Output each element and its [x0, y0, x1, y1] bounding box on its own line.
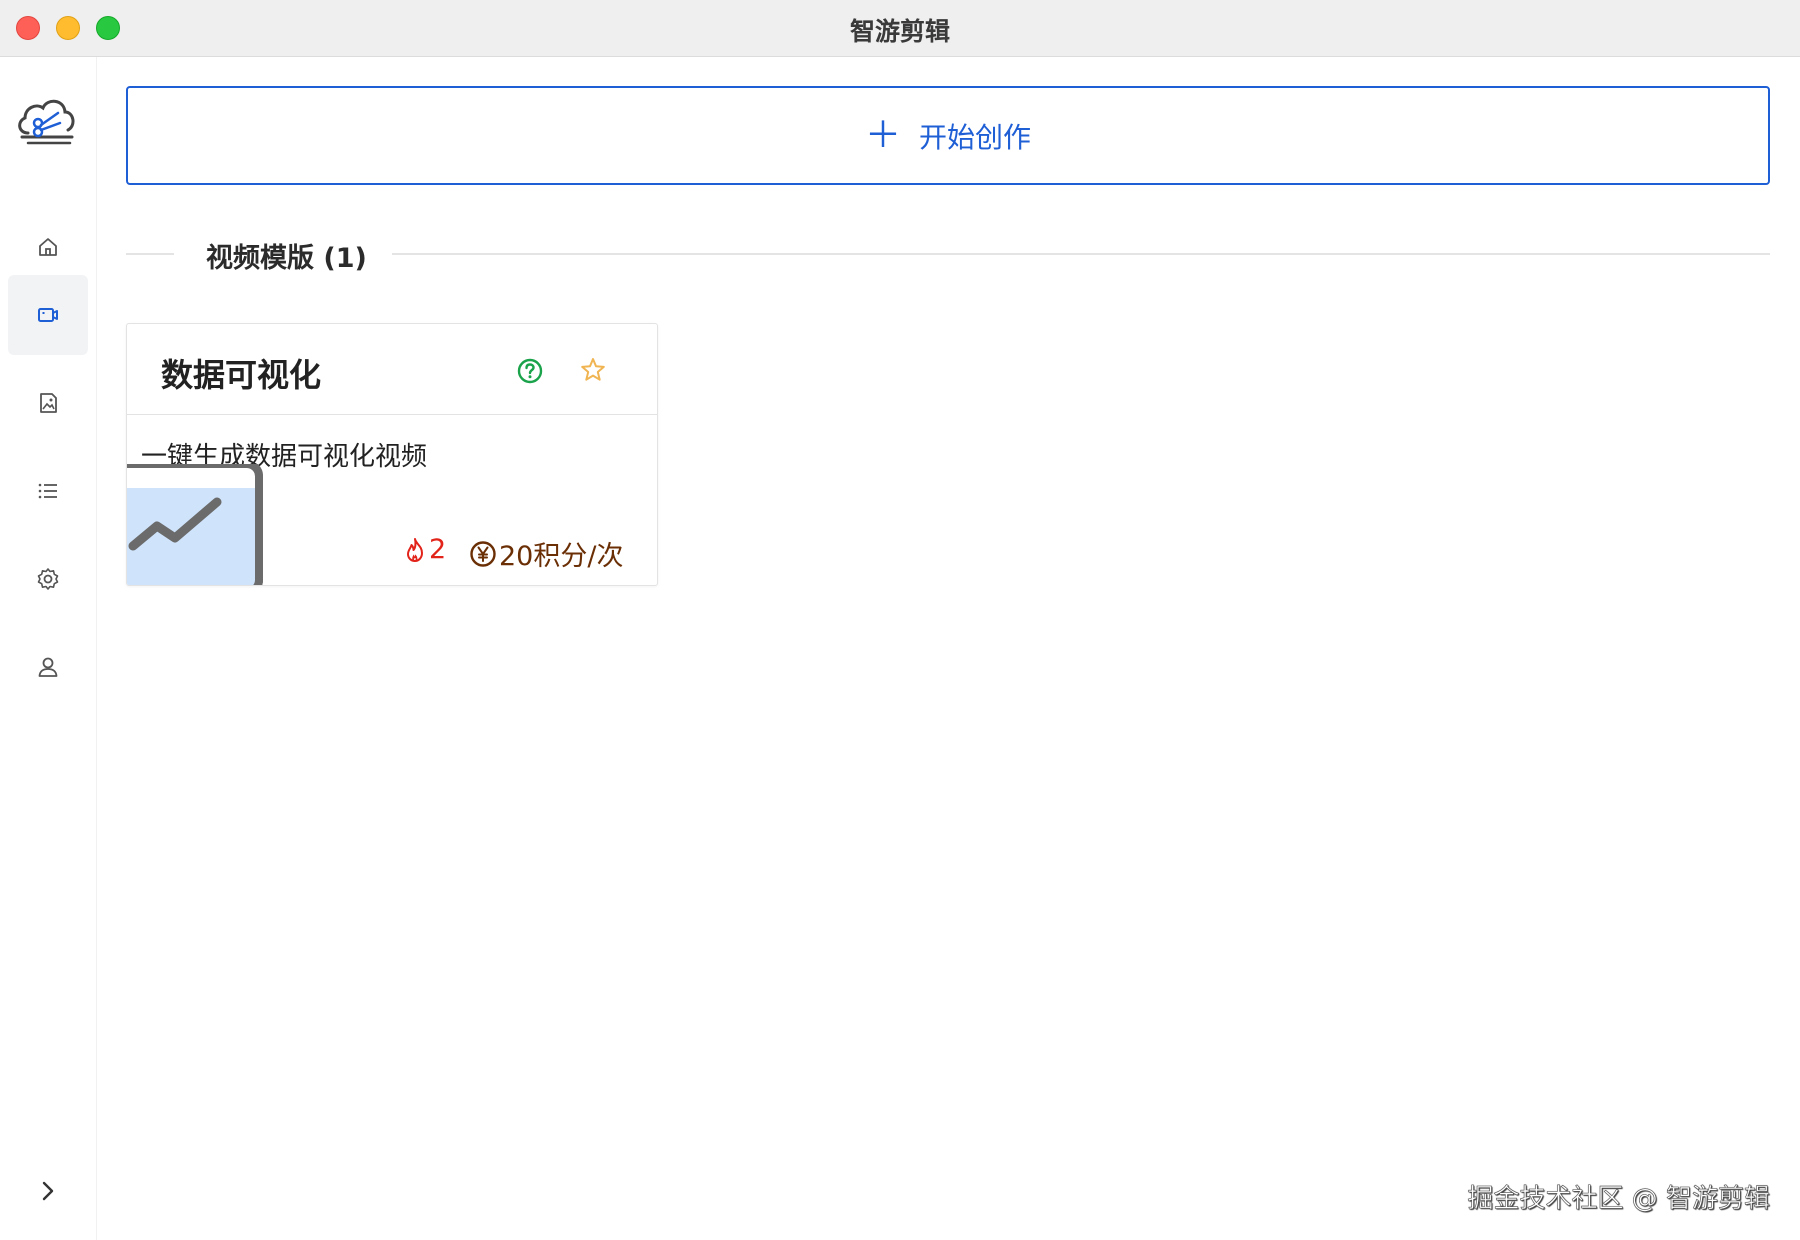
start-create-label: 开始创作: [919, 120, 1032, 154]
section-divider-left: [126, 253, 174, 255]
price-value: 20积分/次: [499, 541, 624, 572]
chevron-right-icon: [42, 1181, 54, 1201]
video-icon: [38, 308, 58, 322]
sidebar: [0, 57, 97, 1240]
template-title: 数据可视化: [161, 356, 322, 394]
image-icon: [40, 393, 57, 413]
settings-icon: [37, 568, 59, 590]
collapse-sidebar-button[interactable]: [32, 1175, 64, 1207]
hot-count: 2: [403, 534, 446, 565]
home-icon: [39, 238, 57, 256]
app-window: 智游剪辑 ＋ 开始创作 视频模版 (1) 数据可视化 一键生成数据可视化视频 2…: [0, 0, 1800, 1240]
star-outline-icon[interactable]: [579, 356, 607, 384]
hot-count-value: 2: [429, 534, 447, 565]
section-divider-right: [392, 253, 1770, 255]
nav-user[interactable]: [8, 627, 88, 707]
nav-list[interactable]: [8, 451, 88, 531]
price: 20积分/次: [469, 534, 623, 573]
nav-video-templates[interactable]: [8, 275, 88, 355]
template-card[interactable]: 数据可视化 一键生成数据可视化视频 2 20积分/次: [126, 323, 658, 586]
nav-settings[interactable]: [8, 539, 88, 619]
yen-coin-icon: [470, 540, 496, 567]
template-card-header: 数据可视化: [127, 324, 657, 415]
title-bar: 智游剪辑: [0, 0, 1800, 57]
user-icon: [38, 657, 58, 677]
app-logo-icon: [14, 93, 78, 149]
watermark: 掘金技术社区 @ 智游剪辑: [1467, 1184, 1770, 1215]
plus-icon: ＋: [864, 114, 901, 156]
start-create-button[interactable]: ＋ 开始创作: [126, 86, 1770, 185]
window-title: 智游剪辑: [849, 17, 950, 46]
section-title: 视频模版 (1): [206, 243, 367, 274]
chart-thumbnail-icon: [127, 464, 263, 585]
nav-images[interactable]: [8, 363, 88, 443]
help-circle-icon[interactable]: [516, 357, 544, 385]
list-icon: [38, 483, 57, 499]
fire-icon: [407, 537, 423, 562]
